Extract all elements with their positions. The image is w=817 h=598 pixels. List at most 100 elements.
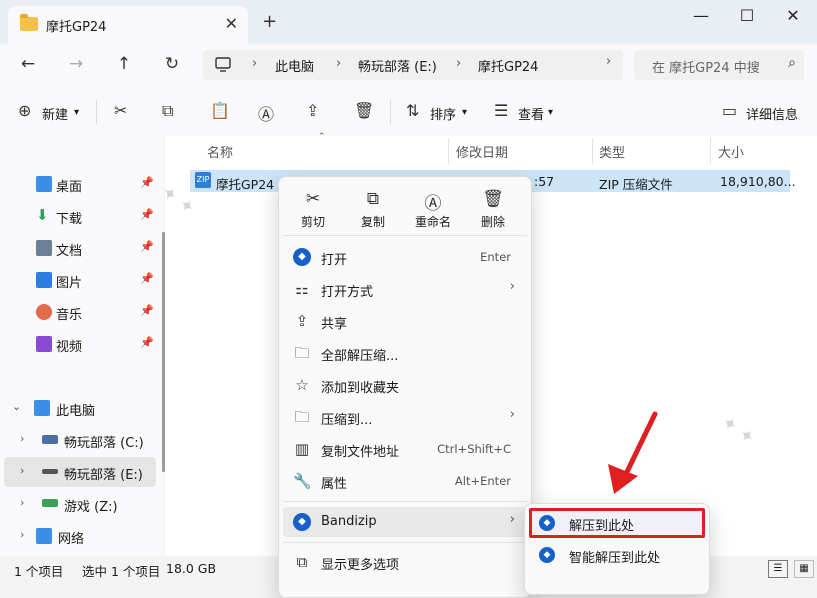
close-window-button[interactable]: ✕ [770, 6, 816, 32]
forward-button[interactable]: → [64, 54, 88, 78]
sidebar-item-drive-c[interactable]: › 畅玩部落 (C:) [0, 425, 160, 455]
copy-icon[interactable]: ⧉ [162, 101, 173, 121]
menu-item-label: 打开方式 [321, 285, 374, 300]
new-tab-button[interactable]: + [262, 11, 277, 32]
up-button[interactable]: ↑ [112, 54, 136, 78]
view-icon: ☰ [494, 101, 509, 120]
sidebar-item-music[interactable]: 音乐 📌 [0, 297, 160, 327]
menu-item-copy-path[interactable]: ▥ 复制文件地址 Ctrl+Shift+C [283, 434, 527, 464]
new-button[interactable]: 新建 [42, 104, 68, 123]
menu-item-label: 添加到收藏夹 [321, 381, 400, 396]
paste-icon[interactable]: 📋 [210, 101, 230, 120]
menu-item-compress-to[interactable]: 🗀 压缩到... › [283, 402, 527, 432]
desktop-icon [36, 176, 52, 192]
delete-icon[interactable]: 🗑 [354, 101, 374, 120]
column-header-size[interactable]: 大小 [718, 142, 744, 161]
menu-item-open-with[interactable]: ⚏ 打开方式 › [283, 274, 527, 304]
share-icon[interactable]: ⇪ [306, 101, 319, 120]
rename-icon: Ⓐ [424, 194, 442, 214]
menu-item-bandizip[interactable]: ◆ Bandizip › [283, 507, 527, 537]
menu-item-open[interactable]: ◆ 打开 Enter [283, 242, 527, 272]
menu-item-share[interactable]: ⇪ 共享 [283, 306, 527, 336]
menu-item-show-more[interactable]: ⧉ 显示更多选项 [283, 547, 527, 577]
sidebar-item-drive-z[interactable]: › 游戏 (Z:) [0, 489, 160, 519]
menu-item-label: 属性 [321, 477, 348, 492]
sidebar-item-this-pc[interactable]: ⌄ 此电脑 [0, 393, 160, 423]
details-pane-icon: ▭ [722, 101, 738, 120]
breadcrumb-folder[interactable]: 摩托GP24 [478, 56, 538, 75]
chevron-right-icon[interactable]: › [20, 432, 24, 445]
star-icon: ☆ [295, 376, 309, 394]
windows-drive-icon [42, 435, 58, 444]
menu-item-properties[interactable]: 🔧 属性 Alt+Enter [283, 466, 527, 496]
download-icon: ⬇ [36, 206, 49, 224]
sidebar-item-pictures[interactable]: 图片 📌 [0, 265, 160, 295]
column-header-name[interactable]: 名称 [207, 142, 233, 161]
cut-icon[interactable]: ✂ [114, 101, 127, 120]
menu-item-add-favorites[interactable]: ☆ 添加到收藏夹 [283, 370, 527, 400]
column-header-modified[interactable]: 修改日期 [456, 142, 508, 161]
sidebar-item-network[interactable]: › 网络 [0, 521, 160, 551]
view-button[interactable]: 查看 [518, 104, 544, 123]
menu-item-extract-all[interactable]: 🗀 全部解压缩... [283, 338, 527, 368]
tab-close-icon[interactable]: ✕ [225, 14, 238, 33]
tiles-view-toggle[interactable]: ▦ [794, 560, 814, 578]
pin-icon: 📌 [140, 176, 154, 189]
bandizip-icon: ◆ [539, 547, 555, 563]
sort-icon: ⇅ [406, 101, 420, 120]
sort-button[interactable]: 排序 [430, 104, 456, 123]
bandizip-submenu: ◆ 解压到此处 ◆ 智能解压到此处 [524, 503, 710, 595]
column-separator[interactable] [710, 138, 711, 164]
file-size: 18,910,80... [720, 174, 796, 189]
cut-icon: ✂ [305, 189, 321, 209]
refresh-button[interactable]: ↻ [160, 54, 184, 78]
delete-action[interactable]: 🗑 删除 [469, 189, 517, 230]
chevron-right-icon[interactable]: › [20, 496, 24, 509]
rename-icon[interactable]: Ⓐ [258, 101, 274, 125]
menu-item-label: 全部解压缩... [321, 349, 399, 364]
file-name: 摩托GP24 [216, 177, 275, 192]
context-menu: ✂ 剪切 ⧉ 复制 Ⓐ 重命名 🗑 删除 ◆ 打开 Enter ⚏ 打开方式 ›… [278, 176, 532, 598]
sidebar-item-label: 音乐 [56, 308, 83, 323]
separator [390, 100, 391, 124]
tab-moto-gp24[interactable]: 摩托GP24 ✕ [8, 6, 248, 44]
menu-item-shortcut: Enter [480, 250, 511, 264]
menu-separator [283, 542, 527, 543]
column-separator[interactable] [448, 138, 449, 164]
rename-action[interactable]: Ⓐ 重命名 [409, 189, 457, 230]
back-button[interactable]: ← [16, 54, 40, 78]
network-drive-icon [42, 499, 58, 507]
sidebar-item-documents[interactable]: 文档 📌 [0, 233, 160, 263]
breadcrumb-drive-e[interactable]: 畅玩部落 (E:) [358, 56, 437, 75]
computer-icon [34, 400, 50, 416]
sidebar-item-desktop[interactable]: 桌面 📌 [0, 169, 160, 199]
sidebar-item-downloads[interactable]: ⬇ 下载 📌 [0, 201, 160, 231]
pin-icon: 📌 [140, 208, 154, 221]
cut-label: 剪切 [300, 215, 325, 229]
chevron-down-icon[interactable]: › [606, 54, 611, 69]
submenu-item-smart-extract-here[interactable]: ◆ 智能解压到此处 [529, 540, 705, 570]
maximize-button[interactable]: ☐ [724, 6, 770, 32]
breadcrumb-this-pc[interactable]: 此电脑 [275, 56, 314, 75]
chevron-right-icon[interactable]: › [20, 528, 24, 541]
chevron-right-icon[interactable]: › [20, 464, 24, 477]
pin-icon: 📌 [140, 240, 154, 253]
chevron-right-icon: › [509, 512, 515, 527]
sidebar-item-videos[interactable]: 视频 📌 [0, 329, 160, 359]
copy-action[interactable]: ⧉ 复制 [349, 189, 397, 230]
sidebar-item-drive-e[interactable]: › 畅玩部落 (E:) [4, 457, 156, 487]
column-separator[interactable] [592, 138, 593, 164]
submenu-item-extract-here[interactable]: ◆ 解压到此处 [529, 508, 705, 538]
show-more-icon: ⧉ [296, 553, 308, 571]
details-view-toggle[interactable]: ☰ [768, 560, 788, 578]
column-header-type[interactable]: 类型 [599, 142, 625, 161]
copy-path-icon: ▥ [294, 440, 310, 458]
cut-action[interactable]: ✂ 剪切 [289, 189, 337, 230]
red-arrow-annotation [608, 411, 658, 494]
search-input[interactable]: 在 摩托GP24 中搜 ⌕ [634, 50, 804, 80]
minimize-button[interactable]: — [678, 6, 724, 32]
details-button[interactable]: 详细信息 [746, 104, 798, 123]
rename-label: 重命名 [414, 215, 451, 229]
chevron-down-icon[interactable]: ⌄ [12, 400, 21, 413]
video-icon [36, 336, 52, 352]
